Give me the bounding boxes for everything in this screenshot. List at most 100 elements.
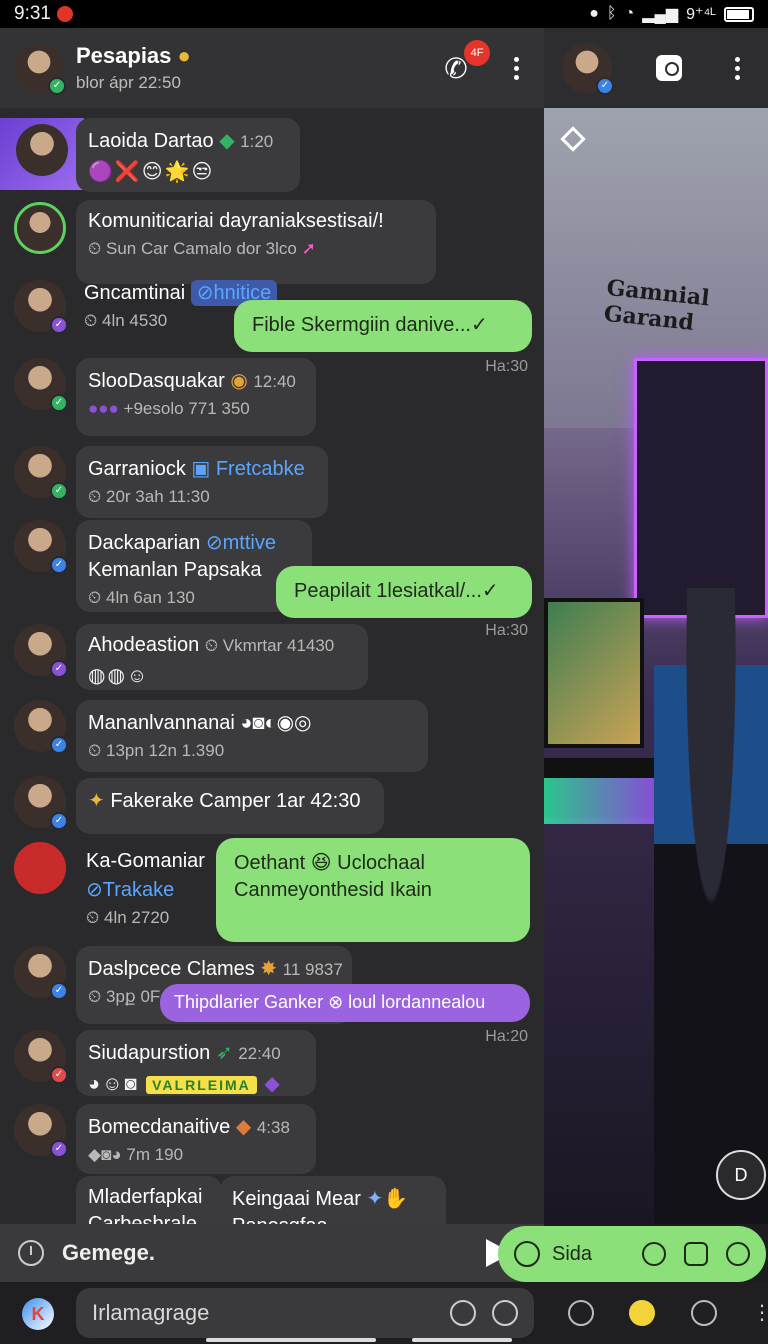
reaction-emojis: ◕◙◐◉◎ bbox=[240, 712, 312, 734]
info-icon: ⊘ bbox=[205, 532, 223, 554]
sticker-icon: ✦ bbox=[88, 790, 105, 812]
more-icon[interactable]: ⋮ bbox=[752, 1300, 768, 1326]
outgoing-message[interactable]: Peapilait 1lesiatkal/...✓ bbox=[276, 566, 532, 618]
gem-icon: ◆ bbox=[235, 1116, 252, 1138]
outgoing-message[interactable]: Oethant 😆 Uclochaal Canmeyonthesid Ikain bbox=[216, 838, 530, 942]
clock-icon[interactable] bbox=[18, 1240, 44, 1266]
sender-name: SlooDasquakar bbox=[88, 370, 225, 392]
message-time: Ha:30 bbox=[485, 358, 528, 375]
info-icon: ⊘ bbox=[86, 879, 103, 901]
home-indicator bbox=[206, 1338, 376, 1342]
media-preview-panel[interactable]: Gamnial Garand ✓ D bbox=[544, 28, 768, 1224]
record-indicator-icon bbox=[56, 6, 73, 22]
bottom-nav: K Irlamagrage ⋮ bbox=[0, 1282, 768, 1344]
explore-icon[interactable] bbox=[690, 1300, 717, 1326]
more-options-button[interactable] bbox=[502, 48, 530, 88]
avatar[interactable]: ✓ bbox=[14, 624, 68, 678]
wifi-icon: ◔ bbox=[624, 5, 635, 22]
emoji-icon[interactable] bbox=[450, 1300, 476, 1326]
avatar[interactable]: ✓ bbox=[14, 776, 68, 830]
sparkle-icon: ✦✋ bbox=[366, 1188, 409, 1210]
chat-bubble-icon[interactable] bbox=[656, 55, 682, 81]
message-text: Kemanlan Papsaka bbox=[88, 559, 262, 581]
clock-icon: ⏲ bbox=[88, 588, 102, 607]
pin-icon[interactable] bbox=[642, 1242, 666, 1266]
network-label: 9⁺⁴ᴸ bbox=[686, 6, 716, 23]
avatar[interactable]: ✓ bbox=[14, 520, 68, 574]
sender-name: Mladerfapkai bbox=[88, 1186, 203, 1208]
call-button[interactable]: ✆ 4F bbox=[436, 40, 490, 88]
home-indicator bbox=[412, 1338, 512, 1342]
panel-header: ✓ bbox=[544, 28, 768, 108]
reaction-emojis: ◆◙◕ bbox=[88, 1145, 122, 1164]
signal-icon: ▂▄▆ bbox=[642, 6, 679, 23]
status-tag: mttive bbox=[222, 532, 276, 554]
outgoing-message[interactable]: Fible Skermgiin danive...✓ bbox=[234, 300, 532, 352]
clock-icon: ⏲ bbox=[88, 487, 102, 506]
bluetooth-icon: ᛒ bbox=[606, 5, 617, 22]
status-bar: 9:31 ● ᛒ ◔ ▂▄▆ 9⁺⁴ᴸ bbox=[0, 0, 768, 28]
apps-icon[interactable] bbox=[568, 1300, 594, 1326]
avatar[interactable]: ✓ bbox=[14, 280, 68, 334]
call-badge: 4F bbox=[464, 40, 490, 66]
note-icon[interactable] bbox=[684, 1242, 708, 1266]
avatar[interactable]: ✓ bbox=[14, 700, 68, 754]
message-text: Carbesbrale bbox=[88, 1213, 197, 1224]
clock-icon: ⏲ bbox=[204, 636, 219, 655]
nav-icons: ⋮ bbox=[568, 1298, 768, 1328]
sender-name: Laoida Dartao bbox=[88, 130, 214, 152]
attach-icon[interactable] bbox=[492, 1300, 518, 1326]
message-input[interactable]: Irlamagrage bbox=[76, 1288, 534, 1338]
sender-name: Komuniticariai dayraniaksestisai/! bbox=[88, 210, 384, 232]
chat-header: ✓ Pesapias ● blor ápr 22:50 ✆ 4F bbox=[0, 28, 544, 108]
sender-name: Bomecdanaitive bbox=[88, 1116, 231, 1138]
avatar[interactable] bbox=[14, 842, 66, 894]
sender-name: Gncamtinai bbox=[84, 282, 186, 304]
avatar[interactable] bbox=[14, 202, 66, 254]
avatar[interactable]: ✓ bbox=[14, 446, 68, 500]
status-time: 9:31 bbox=[14, 3, 51, 24]
app-logo-icon[interactable]: K bbox=[22, 1298, 54, 1330]
clock-icon: ⏲ bbox=[88, 239, 102, 258]
message-time: Ha:30 bbox=[485, 622, 528, 639]
sender-name: Ahodeastion bbox=[88, 634, 200, 656]
more-options-button[interactable] bbox=[726, 48, 750, 88]
sender-name: Siudapurstion bbox=[88, 1042, 211, 1064]
star-icon: ✸ bbox=[260, 958, 278, 980]
coin-icon: ● bbox=[589, 5, 599, 22]
avatar[interactable] bbox=[16, 124, 68, 176]
online-badge-icon: ✓ bbox=[48, 77, 66, 95]
sticker-label: VALRLEIMA bbox=[146, 1076, 257, 1094]
avatar[interactable]: ✓ bbox=[14, 43, 66, 95]
media-action-button[interactable]: D bbox=[716, 1150, 766, 1200]
sender-name: Dackaparian bbox=[88, 532, 201, 554]
composer-text[interactable]: Gemege. bbox=[62, 1240, 486, 1266]
battery-icon bbox=[724, 6, 754, 22]
coin-icon: ◉ bbox=[230, 370, 248, 392]
chat-icon[interactable] bbox=[514, 1241, 540, 1267]
game-icon[interactable] bbox=[629, 1300, 656, 1326]
message-time: Ha:20 bbox=[485, 1028, 528, 1045]
avatar[interactable]: ✓ bbox=[14, 946, 68, 1000]
badge-icon: ▣ bbox=[191, 458, 211, 480]
sender-name: Ka-Gomaniar bbox=[86, 850, 205, 872]
avatar[interactable]: ✓ bbox=[14, 1030, 68, 1084]
arrow-icon: ➶ bbox=[215, 1042, 233, 1064]
avatar[interactable]: ✓ bbox=[14, 1104, 68, 1158]
avatar[interactable]: ✓ bbox=[14, 358, 68, 412]
quick-action-bar[interactable]: Sida bbox=[498, 1226, 766, 1282]
reaction-emojis: ◕☺◙ bbox=[88, 1073, 139, 1095]
emoji-group-icon: ●●● bbox=[88, 399, 119, 418]
avatar[interactable]: ✓ bbox=[562, 43, 614, 95]
outgoing-message[interactable]: Thipdlarier Ganker ⊗ loul lordannealou bbox=[160, 984, 530, 1022]
reaction-emojis: ◍◍☺ bbox=[88, 665, 150, 687]
sender-name: Mananlvannanai bbox=[88, 712, 235, 734]
clock-icon: ⏲ bbox=[84, 311, 98, 330]
quick-action-label[interactable]: Sida bbox=[552, 1243, 624, 1266]
input-placeholder: Irlamagrage bbox=[92, 1300, 210, 1325]
filter-icon[interactable] bbox=[726, 1242, 750, 1266]
outgoing-message[interactable]: Keingaai Mear ✦✋ Panesgfaa bbox=[220, 1176, 446, 1224]
composer-bar: Gemege. bbox=[0, 1224, 544, 1282]
sender-name: Fakerake Camper 1ar 42:30 bbox=[110, 790, 361, 812]
chat-pane: ✓ Pesapias ● blor ápr 22:50 ✆ 4F Laoida … bbox=[0, 28, 544, 1224]
